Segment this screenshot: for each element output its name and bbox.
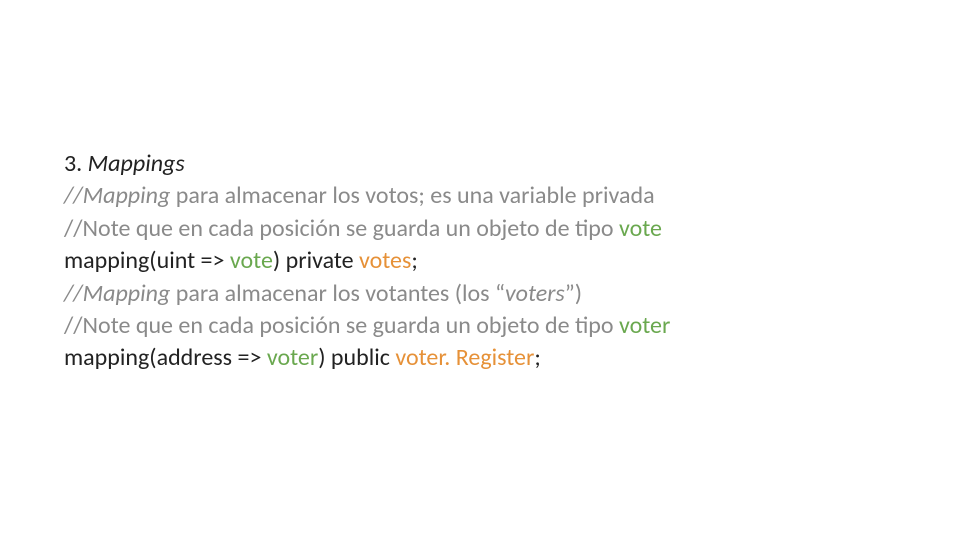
code-text: mapping(uint =>: [64, 246, 230, 275]
comment-keyword: //Mapping: [64, 279, 176, 308]
type-voter: voter: [267, 343, 318, 372]
line-comment-mapping-votes: //Mapping para almacenar los votos; es u…: [64, 180, 896, 212]
code-text: ;: [411, 246, 417, 275]
heading-title: Mappings: [88, 149, 185, 178]
line-code-mapping-voterregister: mapping(address => voter) public voter. …: [64, 342, 896, 374]
type-vote: vote: [619, 214, 662, 243]
code-text: mapping(address =>: [64, 343, 267, 372]
comment-voters: voters: [505, 279, 565, 308]
line-comment-mapping-voters: //Mapping para almacenar los votantes (l…: [64, 278, 896, 310]
slide: 3. Mappings //Mapping para almacenar los…: [0, 0, 960, 540]
comment-text: ”): [565, 279, 582, 308]
type-voter: voter: [619, 311, 670, 340]
line-comment-note-voter: //Note que en cada posición se guarda un…: [64, 310, 896, 342]
code-text: ;: [534, 343, 540, 372]
line-heading: 3. Mappings: [64, 148, 896, 180]
heading-number: 3.: [64, 149, 88, 178]
line-comment-note-vote: //Note que en cada posición se guarda un…: [64, 213, 896, 245]
comment-text: //Note que en cada posición se guarda un…: [64, 311, 619, 340]
comment-text: //Note que en cada posición se guarda un…: [64, 214, 619, 243]
identifier-voter-register: voter. Register: [395, 343, 534, 372]
type-vote: vote: [230, 246, 273, 275]
comment-keyword: //Mapping: [64, 181, 176, 210]
line-code-mapping-votes: mapping(uint => vote) private votes;: [64, 245, 896, 277]
code-text: ) private: [273, 246, 359, 275]
comment-text: para almacenar los votos; es una variabl…: [176, 181, 655, 210]
identifier-votes: votes: [359, 246, 411, 275]
code-text: ) public: [318, 343, 395, 372]
comment-text: para almacenar los votantes (los “: [176, 279, 505, 308]
